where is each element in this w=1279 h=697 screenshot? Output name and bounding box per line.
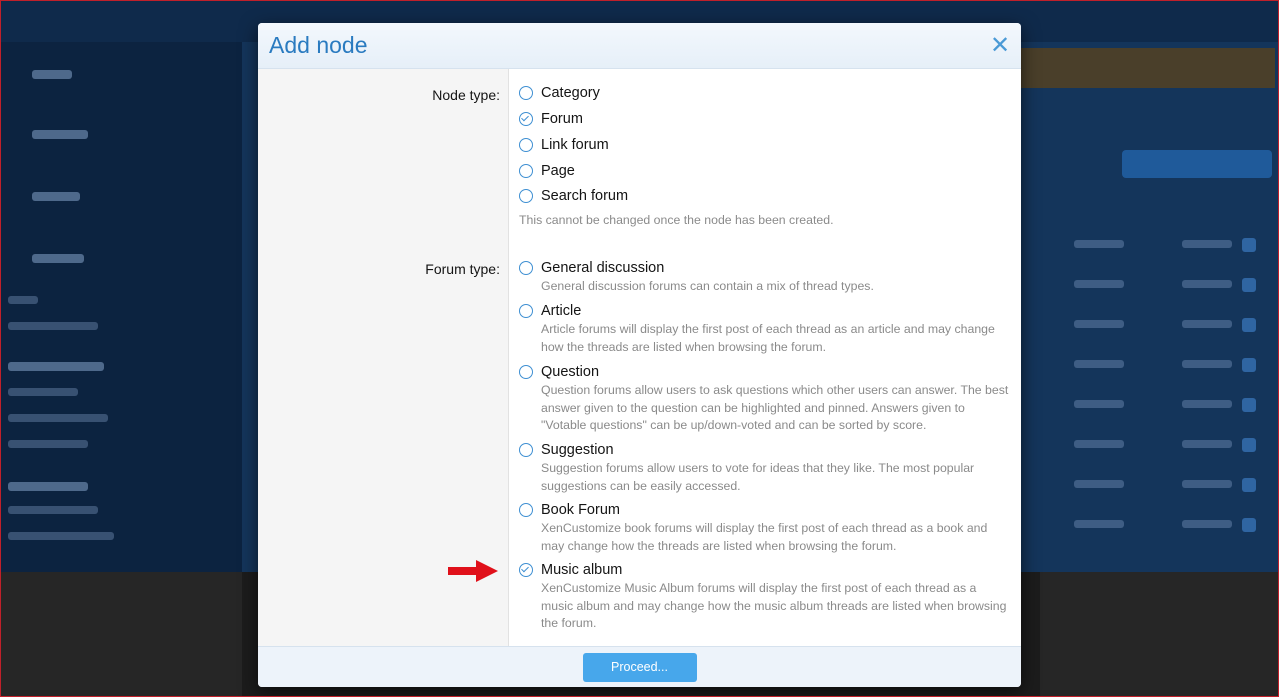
radio-icon[interactable] xyxy=(519,86,533,100)
radio-icon[interactable] xyxy=(519,443,533,457)
option-label: Question xyxy=(541,364,600,380)
radio-icon[interactable] xyxy=(519,365,533,379)
node-type-option-forum[interactable]: Forum xyxy=(519,109,1011,129)
forum-type-option-suggestion[interactable]: Suggestion Suggestion forums allow users… xyxy=(519,440,1011,495)
option-label: Music album xyxy=(541,562,623,578)
close-icon[interactable]: ✕ xyxy=(989,33,1011,57)
node-type-label: Node type: xyxy=(432,87,500,103)
forum-type-option-music-album[interactable]: Music album XenCustomize Music Album for… xyxy=(519,560,1011,633)
radio-icon[interactable] xyxy=(519,261,533,275)
option-label: Suggestion xyxy=(541,442,614,458)
option-label: Search forum xyxy=(541,188,629,204)
forum-type-option-general-discussion[interactable]: General discussion General discussion fo… xyxy=(519,258,1011,296)
option-description: XenCustomize Music Album forums will dis… xyxy=(541,581,1007,631)
radio-checked-icon[interactable] xyxy=(519,563,533,577)
forum-type-option-question[interactable]: Question Question forums allow users to … xyxy=(519,362,1011,435)
option-description: Article forums will display the first po… xyxy=(541,322,995,354)
node-type-option-page[interactable]: Page xyxy=(519,161,1011,181)
forum-type-label: Forum type: xyxy=(425,261,500,277)
radio-icon[interactable] xyxy=(519,138,533,152)
forum-type-option-article[interactable]: Article Article forums will display the … xyxy=(519,301,1011,356)
node-type-option-link-forum[interactable]: Link forum xyxy=(519,135,1011,155)
node-type-option-category[interactable]: Category xyxy=(519,83,1011,103)
option-description: Suggestion forums allow users to vote fo… xyxy=(541,461,975,493)
option-label: General discussion xyxy=(541,260,665,276)
option-description: General discussion forums can contain a … xyxy=(541,279,874,293)
dialog-body: Node type: Category Forum Link forum Pag… xyxy=(258,69,1021,646)
proceed-button[interactable]: Proceed... xyxy=(582,652,697,682)
option-description: Question forums allow users to ask quest… xyxy=(541,383,1009,433)
option-description: XenCustomize book forums will display th… xyxy=(541,521,988,553)
radio-icon[interactable] xyxy=(519,189,533,203)
option-label: Book Forum xyxy=(541,502,620,518)
radio-icon[interactable] xyxy=(519,164,533,178)
radio-checked-icon[interactable] xyxy=(519,112,533,126)
option-label: Forum xyxy=(541,111,583,127)
forum-type-option-book-forum[interactable]: Book Forum XenCustomize book forums will… xyxy=(519,500,1011,555)
add-node-dialog: Add node ✕ Node type: Category Forum Lin… xyxy=(258,23,1021,687)
node-type-hint: This cannot be changed once the node has… xyxy=(519,213,834,227)
option-label: Article xyxy=(541,303,582,319)
option-label: Category xyxy=(541,85,600,101)
dialog-header: Add node ✕ xyxy=(258,23,1021,69)
option-label: Link forum xyxy=(541,137,609,153)
radio-icon[interactable] xyxy=(519,304,533,318)
arrow-right-icon xyxy=(448,560,498,582)
option-label: Page xyxy=(541,163,575,179)
background-sidebar xyxy=(0,42,242,572)
dialog-title: Add node xyxy=(269,32,368,58)
node-type-option-search-forum[interactable]: Search forum xyxy=(519,186,1011,206)
radio-icon[interactable] xyxy=(519,503,533,517)
dialog-footer: Proceed... xyxy=(258,646,1021,687)
